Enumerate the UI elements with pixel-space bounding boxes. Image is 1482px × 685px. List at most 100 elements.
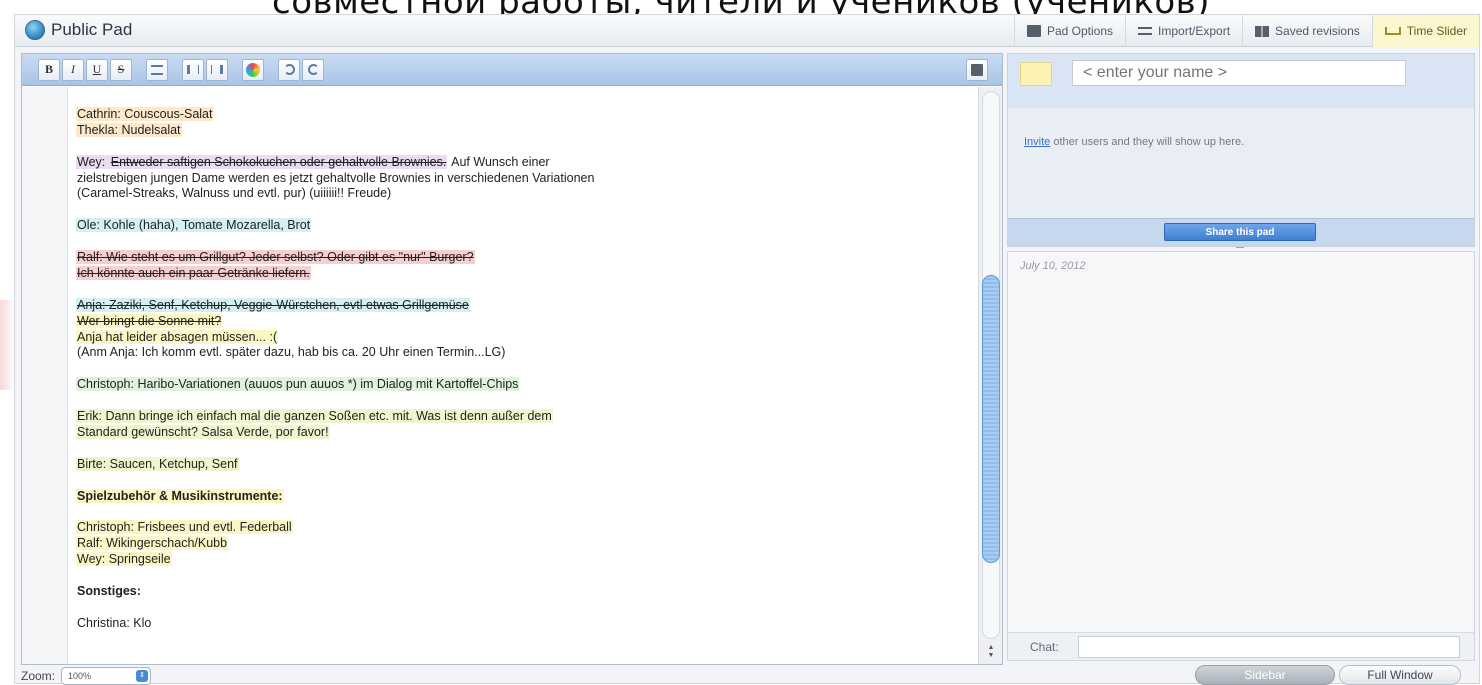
pad-line[interactable]: 20Cathrin: Couscous-Salat	[68, 106, 980, 122]
pad-line[interactable]: 31Wer bringt die Sonne mit?	[68, 313, 980, 329]
import-export-label: Import/Export	[1158, 24, 1231, 38]
outdent-button[interactable]	[206, 58, 228, 81]
pad-line[interactable]: Standard gewünscht? Salsa Verde, por fav…	[68, 424, 980, 440]
author-segment: Christoph: Haribo-Variationen (auuos pun…	[76, 377, 520, 392]
redo-button[interactable]	[302, 58, 324, 81]
pad-options-button[interactable]: Pad Options	[1013, 15, 1125, 47]
line-text: Standard gewünscht? Salsa Verde, por fav…	[76, 424, 330, 439]
line-text: Christoph: Frisbees und evtl. Federball	[76, 520, 293, 535]
italic-button[interactable]: I	[62, 58, 84, 81]
pad-line[interactable]: 34	[68, 361, 980, 376]
italic-glyph: I	[71, 62, 75, 76]
save-revision-button[interactable]	[966, 59, 988, 81]
saved-revisions-button[interactable]: Saved revisions	[1242, 15, 1372, 47]
chat-label: Chat:	[1030, 640, 1059, 654]
pad-line[interactable]: 22	[68, 139, 980, 154]
line-text: Christoph: Haribo-Variationen (auuos pun…	[76, 377, 520, 392]
line-text: (Caramel-Streaks, Walnuss und evtl. pur)…	[76, 186, 392, 200]
saved-revisions-label: Saved revisions	[1275, 24, 1360, 38]
pad-line[interactable]: 29	[68, 282, 980, 297]
author-segment: Christoph: Frisbees und evtl. Federball	[76, 520, 293, 535]
pad-line[interactable]: 37Erik: Dann bringe ich einfach mal die …	[68, 409, 980, 424]
outdent-icon	[211, 65, 223, 74]
globe-icon	[25, 20, 45, 40]
full-window-button[interactable]: Full Window	[1339, 665, 1461, 685]
bold-glyph: B	[44, 62, 53, 76]
pad-line[interactable]: 36	[68, 393, 980, 408]
pad-line[interactable]: 48	[68, 600, 980, 615]
revisions-icon	[1255, 25, 1270, 37]
user-color-swatch[interactable]	[1020, 62, 1052, 86]
pad-line[interactable]: 35Christoph: Haribo-Variationen (auuos p…	[68, 377, 980, 392]
pad-text-area[interactable]: 1920Cathrin: Couscous-Salat21Thekla: Nud…	[68, 87, 980, 664]
pad-line[interactable]: 38	[68, 441, 980, 456]
pad-line[interactable]: 51	[68, 648, 980, 663]
author-colors-button[interactable]	[242, 58, 264, 81]
stepper-icon: ⇕	[136, 670, 149, 682]
chat-input[interactable]	[1078, 636, 1460, 658]
pad-line[interactable]: 40	[68, 473, 980, 488]
author-segment: Erik: Dann bringe ich einfach mal die ga…	[76, 409, 553, 423]
author-segment: Ole: Kohle (haha), Tomate Mozarella, Bro…	[76, 218, 312, 233]
author-segment: (Anm Anja: Ich komm evtl. später dazu, h…	[77, 345, 506, 360]
top-bar: Public Pad Pad Options Import/Export Sav…	[15, 15, 1479, 47]
line-text: Anja hat leider absagen müssen... :(	[76, 329, 279, 344]
author-segment: Entweder saftigen Schokokuchen oder geha…	[109, 154, 448, 169]
pad-line[interactable]: 50	[68, 632, 980, 647]
share-pad-button[interactable]: Share this pad	[1164, 223, 1316, 241]
pad-line[interactable]: 39Birte: Saucen, Ketchup, Senf	[68, 456, 980, 472]
author-segment: (Caramel-Streaks, Walnuss und evtl. pur)…	[77, 186, 392, 201]
top-nav: Pad Options Import/Export Saved revision…	[1013, 15, 1479, 47]
pad-line[interactable]: 43Christoph: Frisbees und evtl. Federbal…	[68, 520, 980, 535]
zoom-select[interactable]: 100% ⇕	[61, 667, 152, 685]
undo-icon	[283, 64, 295, 75]
pad-line[interactable]: 42	[68, 504, 980, 519]
bottom-buttons: Sidebar Full Window	[1195, 665, 1461, 685]
time-slider-button[interactable]: Time Slider	[1371, 15, 1479, 47]
name-input[interactable]	[1072, 60, 1406, 86]
app-title: Public Pad	[51, 20, 133, 39]
line-text: Ralf: Wie steht es um Grillgut? Jeder se…	[76, 250, 475, 264]
pad-line[interactable]: zielstrebigen jungen Dame werden es jetz…	[68, 171, 980, 186]
bullet-list-button[interactable]	[146, 58, 168, 81]
invite-link[interactable]: Invite	[1024, 136, 1050, 148]
sidebar-toggle-button[interactable]: Sidebar	[1195, 665, 1335, 685]
chat-input-row: Chat:	[1008, 632, 1474, 660]
strike-glyph: S	[117, 62, 125, 76]
pad-line[interactable]: 21Thekla: Nudelsalat	[68, 122, 980, 138]
clock-icon	[1384, 27, 1401, 35]
pad-line[interactable]: 33(Anm Anja: Ich komm evtl. später dazu,…	[68, 345, 980, 360]
scroll-thumb[interactable]	[982, 275, 1000, 563]
bold-button[interactable]: B	[38, 58, 60, 81]
scroll-arrows[interactable]: ▲ ▼	[983, 644, 999, 662]
line-text: Wer bringt die Sonne mit?	[76, 313, 223, 328]
pad-line[interactable]: 44Ralf: Wikingerschach/Kubb	[68, 536, 980, 551]
pad-line[interactable]: 45Wey: Springseile	[68, 552, 980, 567]
author-segment: Wey: Springseile	[76, 552, 172, 567]
editor-panel: B I U S 1920Cathrin: Couscous-Salat21The…	[21, 53, 1003, 665]
pad-line[interactable]: 41Spielzubehör & Musikinstrumente:	[68, 488, 980, 504]
import-export-button[interactable]: Import/Export	[1125, 15, 1242, 47]
indent-button[interactable]	[182, 58, 204, 81]
pad-line[interactable]: 47Sonstiges:	[68, 584, 980, 599]
line-text: Ich könnte auch ein paar Getränke liefer…	[76, 265, 311, 280]
underline-button[interactable]: U	[86, 58, 108, 81]
pad-line[interactable]: 46	[68, 568, 980, 583]
pad-line[interactable]: 28Ich könnte auch ein paar Getränke lief…	[68, 265, 980, 281]
pad-line[interactable]: 23Wey: Entweder saftigen Schokokuchen od…	[68, 154, 980, 170]
editor-scrollbar[interactable]: ▲ ▼	[978, 87, 1002, 664]
undo-button[interactable]	[278, 58, 300, 81]
pad-line[interactable]: 32Anja hat leider absagen müssen... :(	[68, 329, 980, 345]
pad-line[interactable]: 30Anja: Zaziki, Senf, Ketchup, Veggie-Wü…	[68, 297, 980, 313]
pad-line[interactable]: 19	[68, 91, 980, 106]
pad-line[interactable]: 25Ole: Kohle (haha), Tomate Mozarella, B…	[68, 218, 980, 233]
redo-icon	[307, 64, 319, 75]
pad-line[interactable]: 24	[68, 202, 980, 217]
pad-line[interactable]: 26	[68, 234, 980, 249]
line-text: Wey: Entweder saftigen Schokokuchen oder…	[76, 154, 551, 169]
pad-line[interactable]: 27Ralf: Wie steht es um Grillgut? Jeder …	[68, 250, 980, 265]
strikethrough-button[interactable]: S	[110, 58, 132, 81]
invite-message: Invite other users and they will show up…	[1024, 136, 1244, 148]
pad-line[interactable]: 49Christina: Klo	[68, 616, 980, 631]
pad-line[interactable]: (Caramel-Streaks, Walnuss und evtl. pur)…	[68, 186, 980, 201]
